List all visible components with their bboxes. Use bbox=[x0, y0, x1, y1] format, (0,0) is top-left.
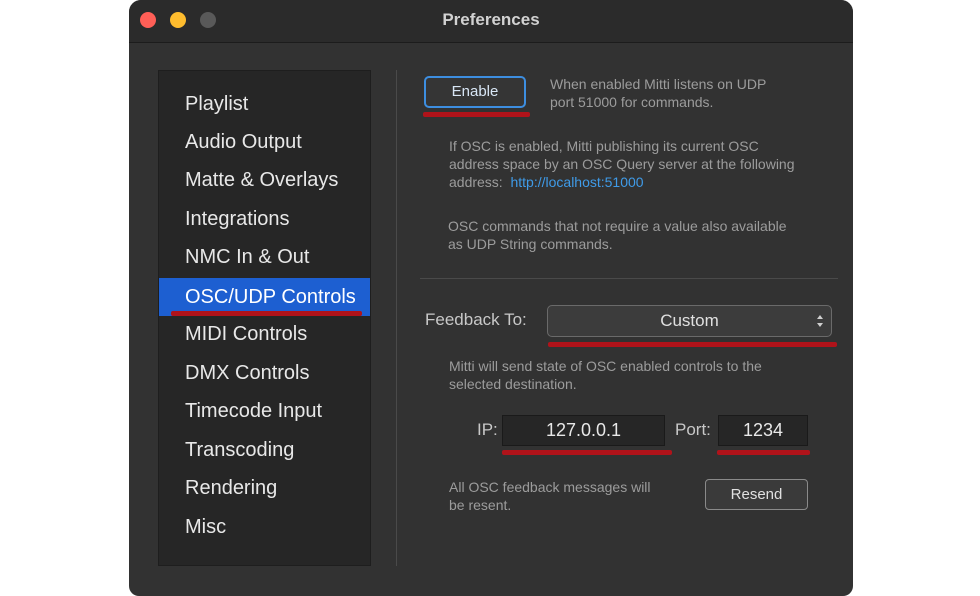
feedback-description: Mitti will send state of OSC enabled con… bbox=[449, 358, 762, 392]
preferences-window: Preferences Playlist Audio Output Matte … bbox=[129, 0, 853, 596]
feedback-to-select[interactable]: Custom bbox=[547, 305, 832, 337]
sidebar-item-rendering[interactable]: Rendering bbox=[159, 469, 370, 507]
ip-field[interactable]: 127.0.0.1 bbox=[502, 415, 665, 446]
feedback-to-value: Custom bbox=[660, 311, 719, 330]
sidebar-item-integrations[interactable]: Integrations bbox=[159, 200, 370, 238]
annotation-underline-sidebar bbox=[171, 311, 362, 316]
osc-query-url-link[interactable]: http://localhost:51000 bbox=[510, 174, 643, 190]
resend-description: All OSC feedback messages will be resent… bbox=[449, 479, 651, 513]
sidebar-item-matte-overlays[interactable]: Matte & Overlays bbox=[159, 161, 370, 199]
window-title: Preferences bbox=[442, 10, 540, 29]
title-bar: Preferences bbox=[129, 0, 853, 43]
port-field[interactable]: 1234 bbox=[718, 415, 808, 446]
vertical-divider bbox=[396, 70, 397, 566]
port-label: Port: bbox=[675, 420, 711, 439]
osc-query-description: If OSC is enabled, Mitti publishing its … bbox=[449, 138, 795, 190]
sidebar-item-midi-controls[interactable]: MIDI Controls bbox=[159, 315, 370, 353]
section-divider bbox=[420, 278, 838, 279]
sidebar-item-misc[interactable]: Misc bbox=[159, 508, 370, 546]
sidebar-item-nmc-in-out[interactable]: NMC In & Out bbox=[159, 238, 370, 276]
feedback-to-label: Feedback To: bbox=[425, 310, 527, 329]
udp-string-description: OSC commands that not require a value al… bbox=[448, 218, 787, 252]
sidebar-item-timecode-input[interactable]: Timecode Input bbox=[159, 392, 370, 430]
sidebar-item-playlist[interactable]: Playlist bbox=[159, 85, 370, 123]
enable-description: When enabled Mitti listens on UDP port 5… bbox=[550, 76, 767, 110]
enable-osc-button[interactable]: Enable bbox=[424, 76, 526, 108]
sidebar-item-audio-output[interactable]: Audio Output bbox=[159, 123, 370, 161]
annotation-underline-ip bbox=[502, 450, 672, 455]
annotation-underline-enable bbox=[423, 112, 530, 117]
resend-button[interactable]: Resend bbox=[705, 479, 808, 510]
sidebar-item-transcoding[interactable]: Transcoding bbox=[159, 431, 370, 469]
annotation-underline-port bbox=[717, 450, 810, 455]
up-down-chevron-icon bbox=[817, 315, 823, 327]
annotation-underline-feedback bbox=[548, 342, 837, 347]
preferences-sidebar: Playlist Audio Output Matte & Overlays I… bbox=[158, 70, 371, 566]
sidebar-item-dmx-controls[interactable]: DMX Controls bbox=[159, 354, 370, 392]
ip-label: IP: bbox=[477, 420, 498, 439]
